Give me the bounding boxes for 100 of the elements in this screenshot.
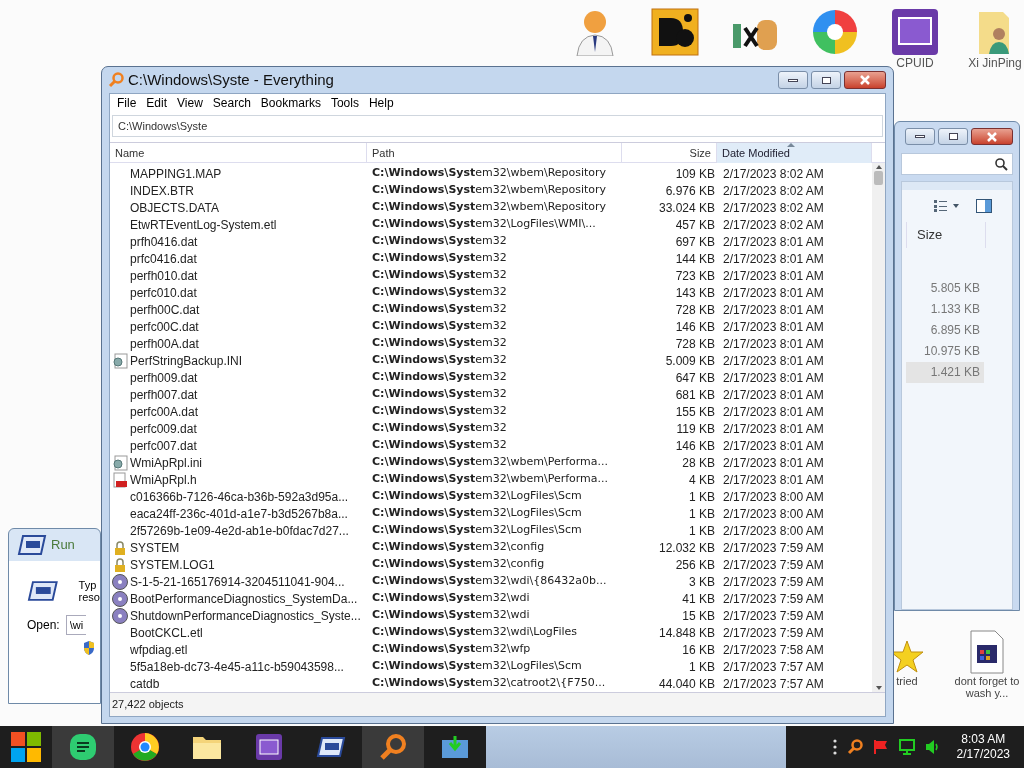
notes-app-icon[interactable] [69, 733, 97, 761]
menu-item[interactable]: File [112, 94, 142, 112]
file-path: C:\Windows\System32 [371, 335, 508, 352]
file-size: 143 KB [674, 284, 716, 302]
file-size: 728 KB [674, 335, 716, 353]
column-header[interactable]: Size [906, 222, 986, 248]
file-path: C:\Windows\System32\wbem\Repository [371, 165, 608, 182]
scrollbar[interactable] [872, 163, 885, 692]
windows-start-icon[interactable] [10, 731, 42, 763]
file-size: 14.848 KB [657, 624, 716, 642]
file-path: C:\Windows\System32 [371, 420, 508, 437]
overflow-icon[interactable] [832, 739, 837, 755]
size-cell-text: 5.805 KB [929, 280, 981, 297]
close-button[interactable] [971, 128, 1013, 145]
file-size: 723 KB [674, 267, 716, 285]
header-file-icon [112, 471, 128, 488]
file-name: perfh010.dat [130, 267, 198, 285]
file-name: perfc00A.dat [130, 403, 199, 421]
clock-time: 8:03 AM [961, 732, 1006, 747]
date-modified: 2/17/2023 8:01 AM [722, 250, 825, 268]
minimize-button[interactable] [778, 71, 808, 89]
size-cell-text: 6.895 KB [929, 322, 981, 339]
file-size: 119 KB [675, 420, 716, 438]
file-size: 15 KB [681, 607, 716, 625]
menu-item[interactable]: Bookmarks [255, 94, 326, 112]
browser-icon[interactable] [130, 732, 160, 762]
taskbar-button[interactable] [52, 726, 114, 768]
flag-icon[interactable] [872, 739, 889, 755]
file-path: C:\Windows\System32 [371, 301, 508, 318]
date-modified: 2/17/2023 8:01 AM [722, 471, 825, 489]
file-name: perfh00A.dat [130, 335, 199, 353]
menu-item[interactable]: Edit [141, 94, 173, 112]
file-path: C:\Windows\System32\wdi\LogFiles [371, 624, 578, 641]
file-name: EtwRTEventLog-System.etl [130, 216, 277, 234]
doctor-icon [573, 8, 617, 56]
column-header[interactable]: Date Modified [717, 143, 872, 163]
date-modified: 2/17/2023 8:01 AM [722, 284, 825, 302]
file-size: 5.009 KB [664, 352, 716, 370]
size-cell-text: 1.133 KB [929, 301, 981, 318]
file-name: OBJECTS.DATA [130, 199, 219, 217]
maximize-button[interactable] [938, 128, 968, 145]
menu-item[interactable]: Tools [325, 94, 364, 112]
file-name: catdb [130, 675, 160, 692]
date-modified: 2/17/2023 8:02 AM [722, 216, 825, 234]
file-name: prfc0416.dat [130, 250, 197, 268]
file-size: 4 KB [688, 471, 716, 489]
pinwheel-icon [811, 8, 859, 56]
disc-icon [112, 590, 128, 607]
file-name: perfc00C.dat [130, 318, 199, 336]
date-modified: 2/17/2023 8:02 AM [722, 165, 825, 183]
file-size: 16 KB [681, 641, 716, 659]
file-name: c016366b-7126-46ca-b36b-592a3d95a... [130, 488, 349, 506]
menu-item[interactable]: View [172, 94, 208, 112]
speaker-icon[interactable] [924, 739, 941, 755]
file-size: 12.032 KB [657, 539, 716, 557]
file-name: PerfStringBackup.INI [130, 352, 243, 370]
file-size: 146 KB [674, 437, 716, 455]
folder-icon[interactable] [192, 734, 222, 760]
search-field[interactable] [901, 153, 1013, 175]
run-icon[interactable] [316, 736, 346, 758]
date-modified: 2/17/2023 7:57 AM [722, 675, 825, 692]
date-modified: 2/17/2023 8:01 AM [722, 386, 825, 404]
file-name: perfc010.dat [130, 284, 197, 302]
column-header[interactable]: Path [367, 143, 622, 163]
run-icon [27, 580, 59, 602]
magnifier-icon[interactable] [846, 739, 863, 755]
view-options-icon[interactable] [934, 200, 960, 212]
file-size: 256 KB [674, 556, 716, 574]
disc-icon [112, 607, 128, 624]
scroll-thumb[interactable] [874, 171, 883, 185]
chip-icon[interactable] [255, 733, 283, 761]
run-icon[interactable] [17, 534, 47, 556]
open-field[interactable]: \wi [65, 615, 86, 635]
file-size: 146 KB [674, 318, 716, 336]
clock-date: 2/17/2023 [956, 747, 1010, 762]
file-name: SYSTEM.LOG1 [130, 556, 215, 574]
column-header[interactable]: Name [110, 143, 367, 163]
shield-icon [83, 641, 95, 655]
network-icon[interactable] [898, 739, 915, 755]
date-modified: 2/17/2023 8:00 AM [722, 522, 825, 540]
file-name: eaca24ff-236c-401d-a1e7-b3d5267b8a... [130, 505, 348, 523]
file-name: BootPerformanceDiagnostics_SystemDa... [130, 590, 358, 608]
chip-icon [891, 8, 939, 56]
maximize-button[interactable] [811, 71, 841, 89]
search-field[interactable]: C:\Windows\Syste [112, 115, 883, 137]
size-cell-text: 10.975 KB [922, 343, 981, 360]
file-path: C:\Windows\System32\wdi [371, 607, 531, 624]
menu-item[interactable]: Search [207, 94, 256, 112]
preview-pane-icon[interactable] [976, 199, 992, 213]
file-path: C:\Windows\System32 [371, 250, 508, 267]
date-modified: 2/17/2023 7:59 AM [722, 539, 825, 557]
close-button[interactable] [844, 71, 886, 89]
search-icon[interactable] [995, 157, 1008, 171]
minimize-button[interactable] [905, 128, 935, 145]
file-name: 2f57269b-1e09-4e2d-ab1e-b0fdac7d27... [130, 522, 349, 540]
de-logo-icon [651, 8, 699, 56]
file-name: ShutdownPerformanceDiagnostics_Syste... [130, 607, 361, 625]
menu-item[interactable]: Help [363, 94, 399, 112]
magnifier-icon[interactable] [379, 733, 407, 761]
install-icon[interactable] [441, 734, 469, 760]
